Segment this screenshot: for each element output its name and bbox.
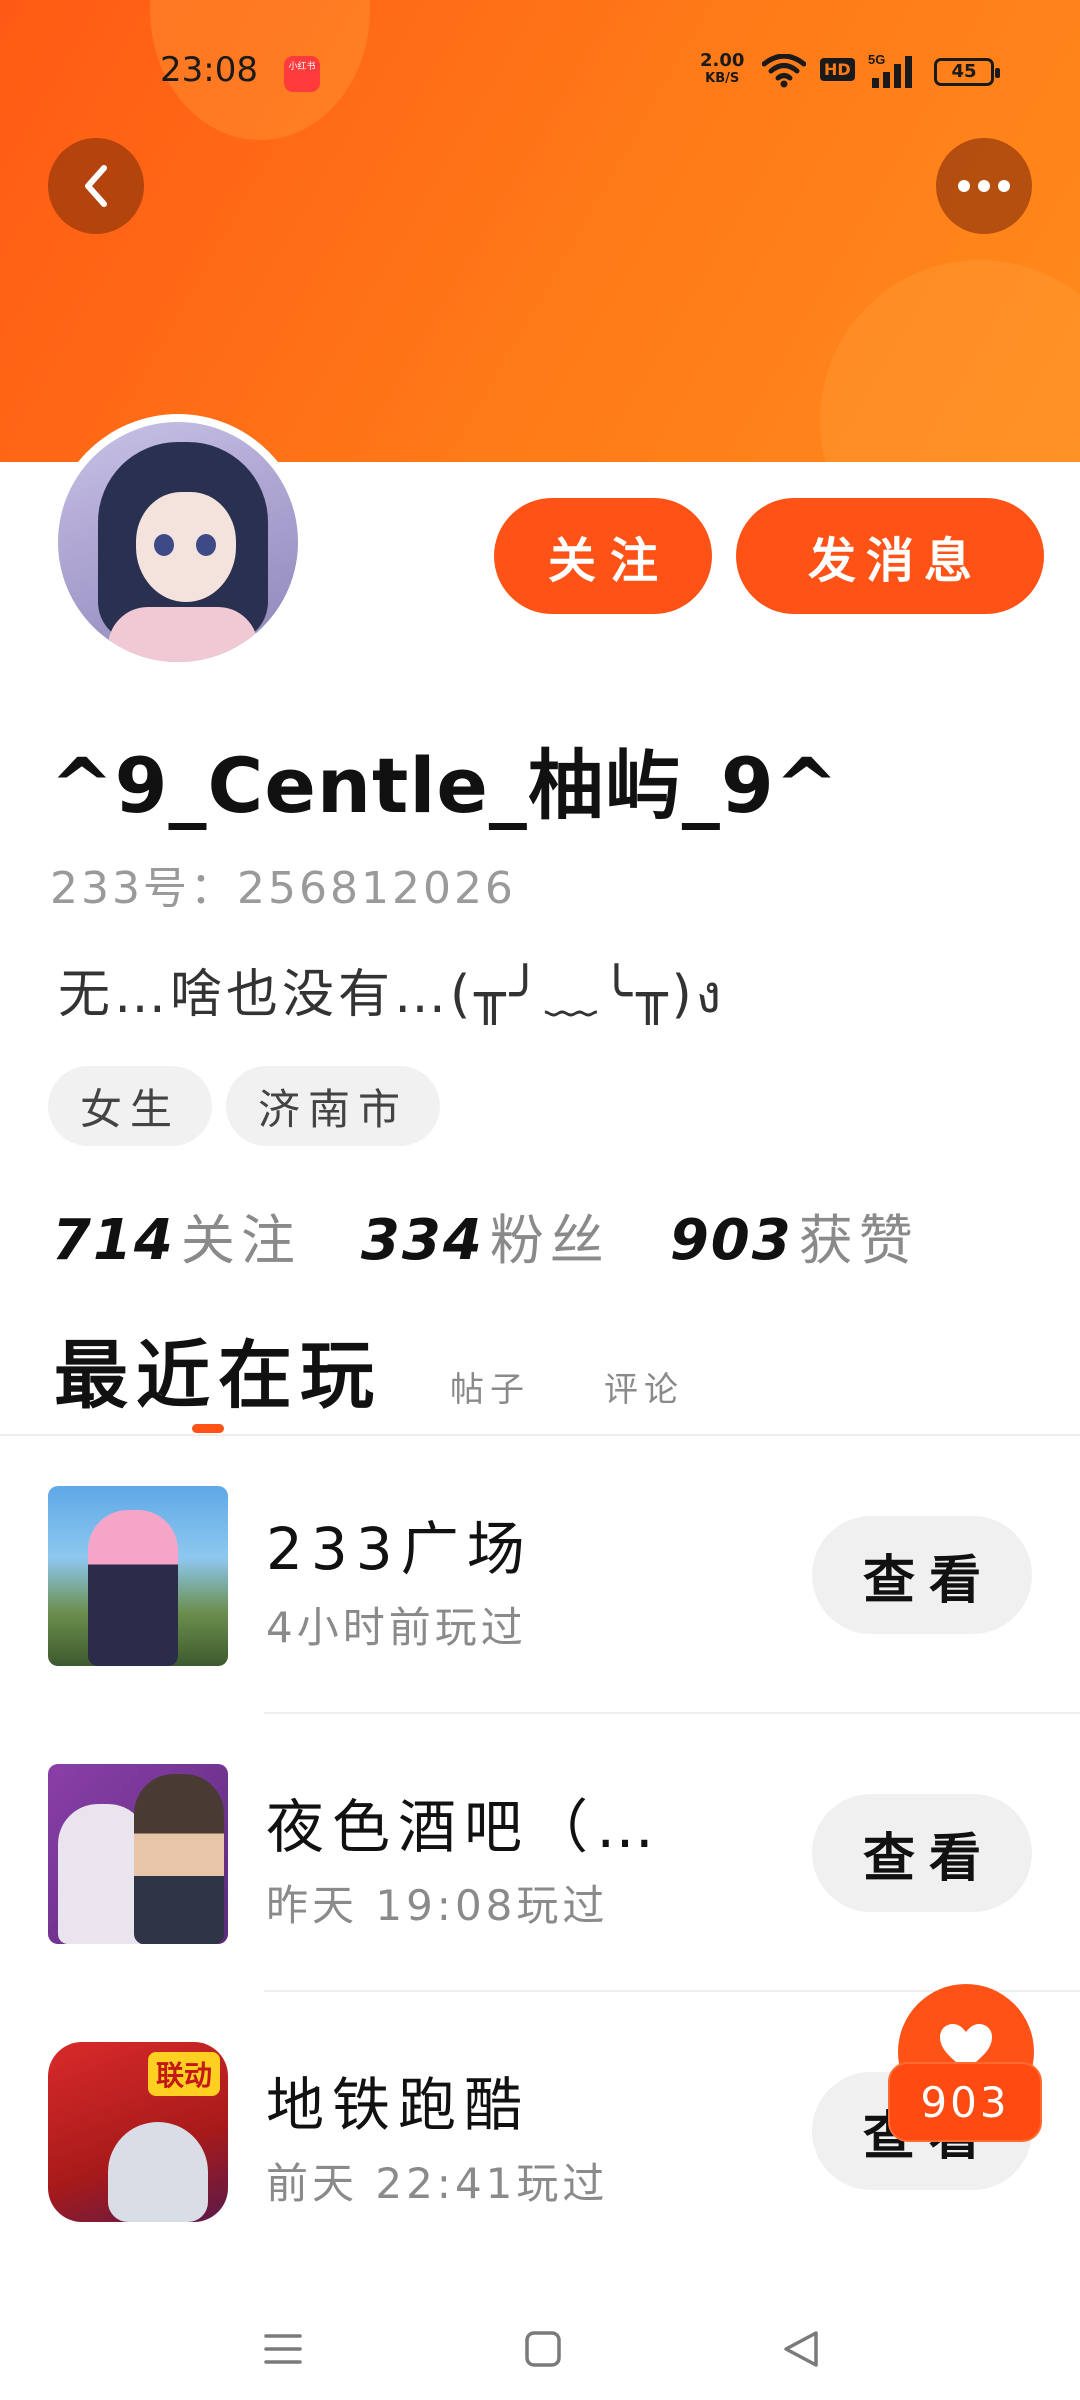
- list-item[interactable]: 233广场 4小时前玩过 查看: [0, 1436, 1080, 1714]
- menu-icon[interactable]: [264, 2330, 302, 2368]
- network-type: 5G: [868, 52, 885, 67]
- tab-comments[interactable]: 评论: [604, 1362, 684, 1411]
- tab-indicator: [192, 1424, 224, 1433]
- game-last-played: 前天 22:41玩过: [266, 2159, 609, 2208]
- tab-recently-played-label: 最近在玩: [54, 1333, 382, 1419]
- view-button[interactable]: 查看: [812, 1794, 1032, 1912]
- wifi-icon: [762, 54, 806, 88]
- back-icon[interactable]: [782, 2330, 820, 2368]
- user-id: 233号：256812026: [50, 863, 516, 914]
- network-speed: 2.00 KB/S: [700, 52, 744, 88]
- profile-stats: 714 关注 334 粉丝 903 获赞: [52, 1196, 919, 1275]
- hd-icon: HD: [820, 58, 855, 81]
- likes-label: 获赞: [798, 1209, 919, 1272]
- profile-tags: 女生 济南市: [48, 1066, 441, 1146]
- floating-like-button[interactable]: 903: [888, 1984, 1044, 2144]
- game-subway-surfers-icon[interactable]: 联动: [48, 2042, 228, 2222]
- game-233-plaza-icon[interactable]: [48, 1486, 228, 1666]
- likes-stat[interactable]: 903 获赞: [670, 1196, 919, 1275]
- user-bio: 无…啥也没有…(╥╯﹏╰╥)ง: [58, 965, 726, 1025]
- game-last-played: 4小时前玩过: [266, 1603, 527, 1652]
- following-label: 关注: [180, 1209, 301, 1272]
- battery-icon: 45: [934, 58, 1000, 86]
- more-options-button[interactable]: [936, 138, 1032, 234]
- crossover-badge: 联动: [147, 2052, 220, 2096]
- signal-icon: 5G: [868, 52, 912, 88]
- game-title: 夜色酒吧（…: [266, 1793, 663, 1861]
- likes-count: 903: [669, 1208, 793, 1273]
- status-time: 23:08: [160, 50, 258, 90]
- network-speed-value: 2.00: [700, 50, 745, 71]
- location-tag: 济南市: [226, 1066, 441, 1146]
- network-speed-unit: KB/S: [705, 71, 740, 86]
- following-count: 714: [52, 1208, 175, 1273]
- game-title: 地铁跑酷: [266, 2071, 531, 2139]
- system-nav-bar: [0, 2290, 1080, 2400]
- tab-recently-played[interactable]: 最近在玩: [54, 1316, 382, 1433]
- game-title: 233广场: [266, 1515, 533, 1583]
- tab-posts[interactable]: 帖子: [450, 1362, 530, 1411]
- gender-tag: 女生: [48, 1066, 213, 1146]
- like-count-badge: 903: [888, 2062, 1042, 2142]
- home-icon[interactable]: [524, 2330, 562, 2368]
- chevron-left-icon: [85, 165, 107, 207]
- followers-stat[interactable]: 334 粉丝: [361, 1196, 610, 1275]
- game-night-bar-icon[interactable]: [48, 1764, 228, 1944]
- following-stat[interactable]: 714 关注: [52, 1196, 301, 1275]
- game-last-played: 昨天 19:08玩过: [266, 1881, 609, 1930]
- avatar-ring: [50, 414, 306, 670]
- back-button[interactable]: [48, 138, 144, 234]
- send-message-button[interactable]: 发消息: [736, 498, 1044, 614]
- more-dots-icon: [958, 180, 1010, 192]
- app-notification-icon: 小红书: [284, 56, 320, 92]
- username: ^9_Centle_柚屿_9^: [50, 741, 840, 830]
- avatar[interactable]: [58, 422, 298, 662]
- recent-games-list: 233广场 4小时前玩过 查看 夜色酒吧（… 昨天 19:08玩过 查看 联动 …: [0, 1436, 1080, 2270]
- followers-label: 粉丝: [489, 1209, 610, 1272]
- view-button[interactable]: 查看: [812, 1516, 1032, 1634]
- follow-button[interactable]: 关注: [494, 498, 712, 614]
- list-item[interactable]: 夜色酒吧（… 昨天 19:08玩过 查看: [0, 1714, 1080, 1992]
- profile-tabs: 最近在玩 帖子 评论: [54, 1316, 684, 1433]
- header-decoration: [820, 260, 1080, 462]
- followers-count: 334: [360, 1208, 484, 1273]
